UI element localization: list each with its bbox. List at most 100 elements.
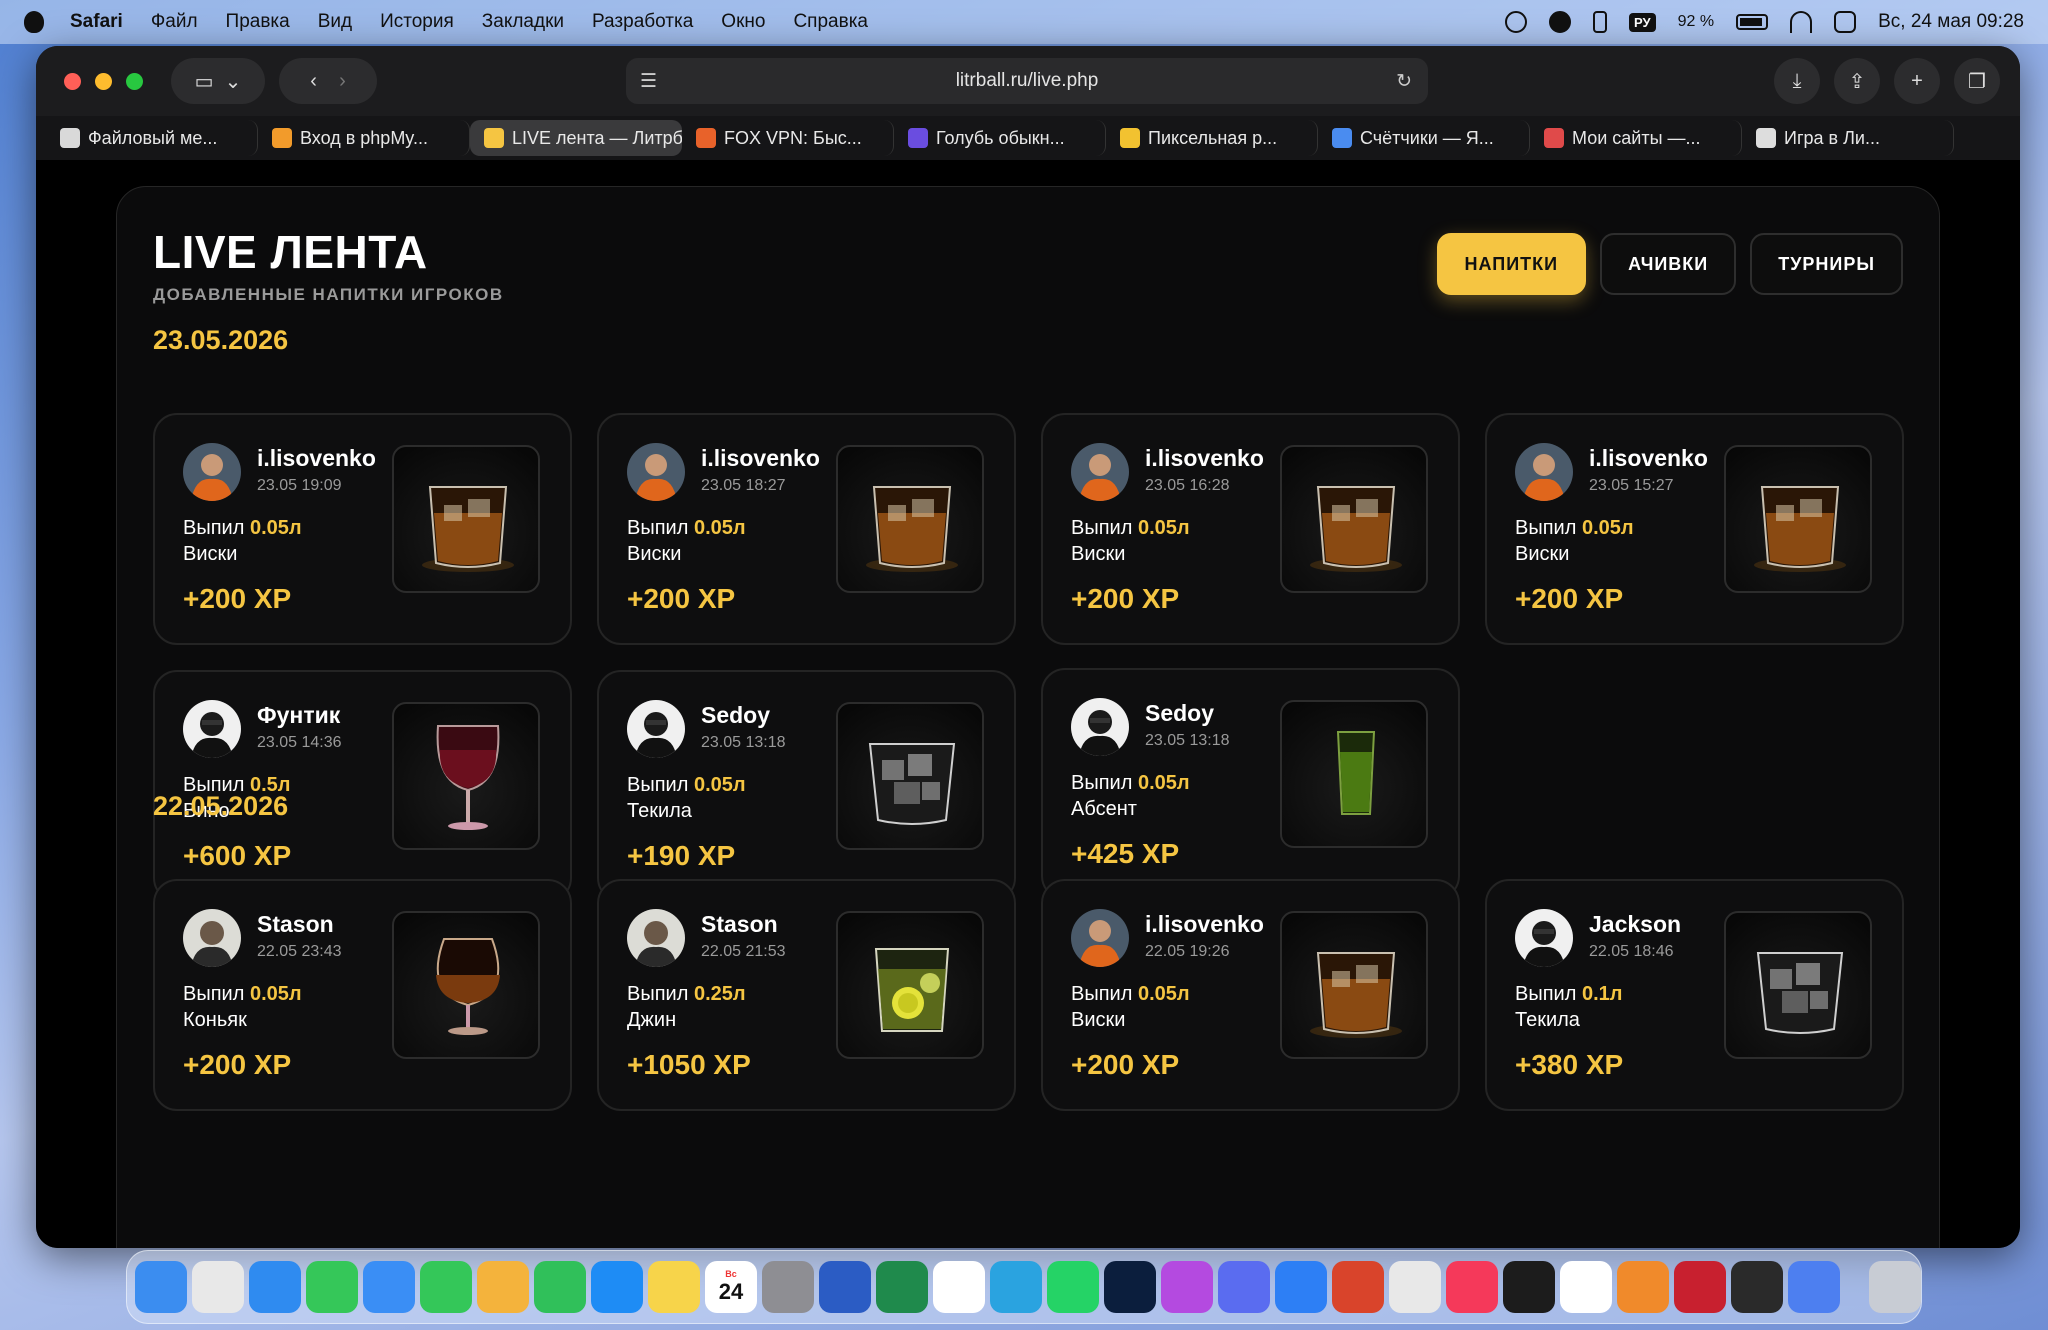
tab-5[interactable]: Пиксельная р... (1106, 120, 1318, 156)
avatar[interactable] (183, 909, 241, 967)
avatar[interactable] (1515, 909, 1573, 967)
bluetooth-icon[interactable] (1593, 11, 1608, 33)
terminal-icon[interactable] (1503, 1261, 1555, 1313)
downloads-icon[interactable]: ⤓ (1774, 58, 1820, 104)
share-icon[interactable]: ⇪ (1834, 58, 1880, 104)
username[interactable]: Sedoy (1145, 700, 1214, 727)
menu-develop[interactable]: Разработка (592, 11, 693, 33)
safari-icon[interactable] (249, 1261, 301, 1313)
drink-card[interactable]: Sedoy 23.05 13:18 Выпил 0.05л Абсент +425 XP (1041, 668, 1460, 900)
avatar[interactable] (627, 443, 685, 501)
username[interactable]: Stason (257, 911, 334, 938)
tab-7[interactable]: Мои сайты —... (1530, 120, 1742, 156)
drink-card[interactable]: Jackson 22.05 18:46 Выпил 0.1л Текила +380 X… (1485, 879, 1904, 1111)
mail-icon[interactable] (363, 1261, 415, 1313)
menubar-clock[interactable]: Вс, 24 мая 09:28 (1878, 11, 2024, 33)
username[interactable]: Фунтик (257, 702, 340, 729)
new-tab-icon[interactable]: + (1894, 58, 1940, 104)
tab-8[interactable]: Игра в Ли... (1742, 120, 1954, 156)
battery-icon[interactable] (1736, 14, 1769, 30)
avatar[interactable] (627, 700, 685, 758)
excel-icon[interactable] (876, 1261, 928, 1313)
launchpad-icon[interactable] (192, 1261, 244, 1313)
tab-4[interactable]: Голубь обыкн... (894, 120, 1106, 156)
facetime-icon[interactable] (534, 1261, 586, 1313)
drink-card[interactable]: Stason 22.05 21:53 Выпил 0.25л Джин +1050 XP (597, 879, 1016, 1111)
tab-1[interactable]: Вход в phpMy... (258, 120, 470, 156)
app-color-icon[interactable] (1788, 1261, 1840, 1313)
tab-6[interactable]: Счётчики — Я... (1318, 120, 1530, 156)
app-red-icon[interactable] (1332, 1261, 1384, 1313)
avatar[interactable] (627, 909, 685, 967)
drink-card[interactable]: i.lisovenko 23.05 16:28 Выпил 0.05л Виски +2… (1041, 413, 1460, 645)
username[interactable]: i.lisovenko (701, 445, 820, 472)
chatgpt-icon[interactable] (1560, 1261, 1612, 1313)
menu-edit[interactable]: Правка (226, 11, 290, 33)
finder-icon[interactable] (135, 1261, 187, 1313)
close-window-icon[interactable] (64, 72, 81, 90)
telegram-icon[interactable] (990, 1261, 1042, 1313)
drinks-button[interactable]: НАПИТКИ (1436, 233, 1587, 295)
table-icon[interactable] (933, 1261, 985, 1313)
username[interactable]: Jackson (1589, 911, 1681, 938)
tab-0[interactable]: Файловый ме... (46, 120, 258, 156)
chatgpt-status-icon[interactable] (1505, 11, 1528, 33)
avatar[interactable] (1071, 698, 1129, 756)
input-language-badge[interactable]: РУ (1629, 12, 1656, 32)
app-store-icon[interactable] (591, 1261, 643, 1313)
xcode-icon[interactable] (1275, 1261, 1327, 1313)
drink-card[interactable]: Фунтик 23.05 14:36 Выпил 0.5л Вино +600 XP (153, 670, 572, 902)
zoom-window-icon[interactable] (126, 72, 143, 90)
photos-icon[interactable] (477, 1261, 529, 1313)
username[interactable]: i.lisovenko (1145, 911, 1264, 938)
whatsapp-icon[interactable] (1047, 1261, 1099, 1313)
word-icon[interactable] (819, 1261, 871, 1313)
drink-card[interactable]: i.lisovenko 23.05 15:27 Выпил 0.05л Виски +2… (1485, 413, 1904, 645)
chrome-icon[interactable] (1389, 1261, 1441, 1313)
tab-overview-icon[interactable]: ❐ (1954, 58, 2000, 104)
fox-icon[interactable] (1617, 1261, 1669, 1313)
minimize-window-icon[interactable] (95, 72, 112, 90)
username[interactable]: i.lisovenko (1145, 445, 1264, 472)
find-my-icon[interactable] (420, 1261, 472, 1313)
username[interactable]: i.lisovenko (257, 445, 376, 472)
notes-icon[interactable] (648, 1261, 700, 1313)
menu-file[interactable]: Файл (151, 11, 198, 33)
menu-help[interactable]: Справка (793, 11, 868, 33)
avatar[interactable] (1071, 909, 1129, 967)
app-red2-icon[interactable] (1674, 1261, 1726, 1313)
reload-icon[interactable]: ↻ (1396, 70, 1412, 93)
photoshop-icon[interactable] (1104, 1261, 1156, 1313)
username[interactable]: Stason (701, 911, 778, 938)
page-settings-icon[interactable]: ☰ (640, 70, 657, 93)
username[interactable]: Sedoy (701, 702, 770, 729)
drink-card[interactable]: i.lisovenko 22.05 19:26 Выпил 0.05л Виски +2… (1041, 879, 1460, 1111)
back-arrow-icon[interactable]: ‹ (310, 70, 317, 93)
username[interactable]: i.lisovenko (1589, 445, 1708, 472)
simulator-icon[interactable] (1218, 1261, 1270, 1313)
tournaments-button[interactable]: ТУРНИРЫ (1750, 233, 1903, 295)
menu-history[interactable]: История (380, 11, 454, 33)
app-dark-icon[interactable] (1731, 1261, 1783, 1313)
avatar[interactable] (1515, 443, 1573, 501)
menu-window[interactable]: Окно (721, 11, 765, 33)
wifi-icon[interactable] (1790, 11, 1813, 33)
calendar-icon[interactable]: Вс 24 (705, 1261, 757, 1313)
telegram-status-icon[interactable] (1549, 11, 1572, 33)
settings-icon[interactable] (762, 1261, 814, 1313)
app-purple-icon[interactable] (1161, 1261, 1213, 1313)
avatar[interactable] (183, 443, 241, 501)
tab-2[interactable]: LIVE лента — Литрб... (470, 120, 682, 156)
music-icon[interactable] (1446, 1261, 1498, 1313)
address-bar[interactable]: ☰ litrball.ru/live.php ↻ (626, 58, 1428, 104)
apple-menu-icon[interactable] (24, 11, 44, 33)
messages-icon[interactable] (306, 1261, 358, 1313)
control-center-icon[interactable] (1834, 11, 1857, 33)
menu-bookmarks[interactable]: Закладки (482, 11, 564, 33)
tab-3[interactable]: FOX VPN: Быс... (682, 120, 894, 156)
avatar[interactable] (1071, 443, 1129, 501)
drink-card[interactable]: i.lisovenko 23.05 18:27 Выпил 0.05л Виски +2… (597, 413, 1016, 645)
drink-card[interactable]: Stason 22.05 23:43 Выпил 0.05л Коньяк +200 X… (153, 879, 572, 1111)
avatar[interactable] (183, 700, 241, 758)
menu-view[interactable]: Вид (318, 11, 352, 33)
